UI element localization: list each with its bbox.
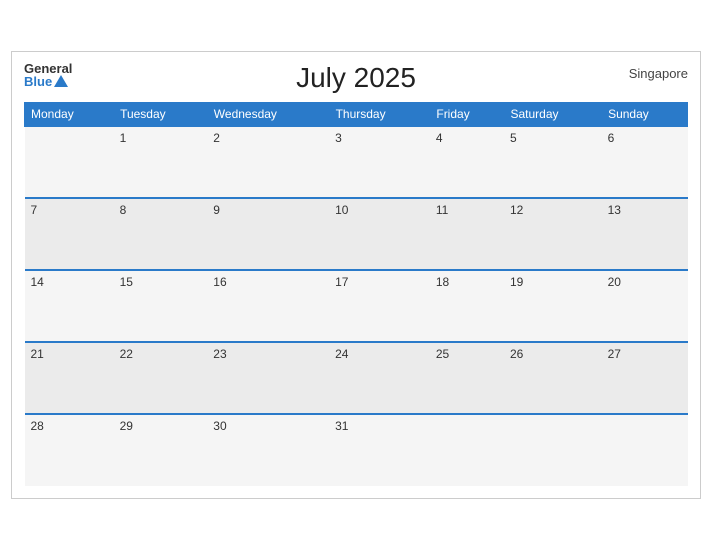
calendar-title: July 2025: [296, 62, 416, 94]
calendar-day-cell: 21: [25, 342, 114, 414]
calendar-day-cell: 14: [25, 270, 114, 342]
calendar-day-cell: [504, 414, 602, 486]
day-number: 7: [31, 203, 38, 217]
table-row: 28 29 30 31: [25, 414, 688, 486]
day-number: 27: [608, 347, 621, 361]
table-row: 7 8 9 10 11 12 13: [25, 198, 688, 270]
day-number: 11: [436, 203, 448, 217]
calendar-day-cell: 16: [207, 270, 329, 342]
header-monday: Monday: [25, 103, 114, 127]
calendar-day-cell: 19: [504, 270, 602, 342]
calendar-day-cell: 27: [602, 342, 688, 414]
calendar-header: General Blue July 2025 Singapore: [24, 62, 688, 94]
calendar-day-cell: 17: [329, 270, 430, 342]
table-row: 14 15 16 17 18 19 20: [25, 270, 688, 342]
logo: General Blue: [24, 62, 72, 88]
day-number: 2: [213, 131, 220, 145]
calendar-day-cell: 28: [25, 414, 114, 486]
calendar-day-cell: 9: [207, 198, 329, 270]
calendar-day-cell: 11: [430, 198, 504, 270]
calendar-day-cell: 25: [430, 342, 504, 414]
logo-blue-text: Blue: [24, 75, 72, 88]
calendar-day-cell: 1: [114, 126, 208, 198]
calendar-day-cell: 20: [602, 270, 688, 342]
day-number: 21: [31, 347, 44, 361]
day-number: 26: [510, 347, 523, 361]
day-number: 1: [120, 131, 127, 145]
table-row: 1 2 3 4 5 6: [25, 126, 688, 198]
day-number: 16: [213, 275, 226, 289]
day-number: 8: [120, 203, 127, 217]
calendar-day-cell: 22: [114, 342, 208, 414]
calendar-day-cell: 30: [207, 414, 329, 486]
day-number: 18: [436, 275, 449, 289]
day-number: 17: [335, 275, 348, 289]
calendar-day-cell: [602, 414, 688, 486]
day-number: 19: [510, 275, 523, 289]
calendar-day-cell: 4: [430, 126, 504, 198]
calendar-day-cell: [430, 414, 504, 486]
day-number: 10: [335, 203, 348, 217]
day-number: 24: [335, 347, 348, 361]
header-sunday: Sunday: [602, 103, 688, 127]
table-row: 21 22 23 24 25 26 27: [25, 342, 688, 414]
calendar-day-cell: 29: [114, 414, 208, 486]
day-number: 9: [213, 203, 220, 217]
calendar-day-cell: 8: [114, 198, 208, 270]
day-number: 25: [436, 347, 449, 361]
header-friday: Friday: [430, 103, 504, 127]
weekday-header-row: Monday Tuesday Wednesday Thursday Friday…: [25, 103, 688, 127]
day-number: 28: [31, 419, 44, 433]
header-tuesday: Tuesday: [114, 103, 208, 127]
calendar-day-cell: 5: [504, 126, 602, 198]
calendar-day-cell: 10: [329, 198, 430, 270]
day-number: 3: [335, 131, 342, 145]
calendar-day-cell: 13: [602, 198, 688, 270]
calendar-day-cell: 26: [504, 342, 602, 414]
day-number: 15: [120, 275, 133, 289]
calendar-day-cell: 15: [114, 270, 208, 342]
day-number: 29: [120, 419, 133, 433]
day-number: 6: [608, 131, 615, 145]
calendar-day-cell: 3: [329, 126, 430, 198]
calendar-day-cell: 23: [207, 342, 329, 414]
day-number: 5: [510, 131, 517, 145]
day-number: 14: [31, 275, 44, 289]
header-wednesday: Wednesday: [207, 103, 329, 127]
day-number: 23: [213, 347, 226, 361]
calendar-day-cell: 2: [207, 126, 329, 198]
day-number: 20: [608, 275, 621, 289]
calendar-day-cell: 6: [602, 126, 688, 198]
calendar-day-cell: 7: [25, 198, 114, 270]
calendar-day-cell: 18: [430, 270, 504, 342]
logo-triangle-icon: [54, 75, 68, 87]
day-number: 31: [335, 419, 348, 433]
calendar-day-cell: 12: [504, 198, 602, 270]
calendar: General Blue July 2025 Singapore Monday …: [11, 51, 701, 499]
calendar-table: Monday Tuesday Wednesday Thursday Friday…: [24, 102, 688, 486]
day-number: 13: [608, 203, 621, 217]
day-number: 30: [213, 419, 226, 433]
country-label: Singapore: [629, 66, 688, 81]
calendar-day-cell: [25, 126, 114, 198]
day-number: 12: [510, 203, 523, 217]
calendar-day-cell: 31: [329, 414, 430, 486]
header-saturday: Saturday: [504, 103, 602, 127]
day-number: 22: [120, 347, 133, 361]
calendar-day-cell: 24: [329, 342, 430, 414]
day-number: 4: [436, 131, 443, 145]
header-thursday: Thursday: [329, 103, 430, 127]
